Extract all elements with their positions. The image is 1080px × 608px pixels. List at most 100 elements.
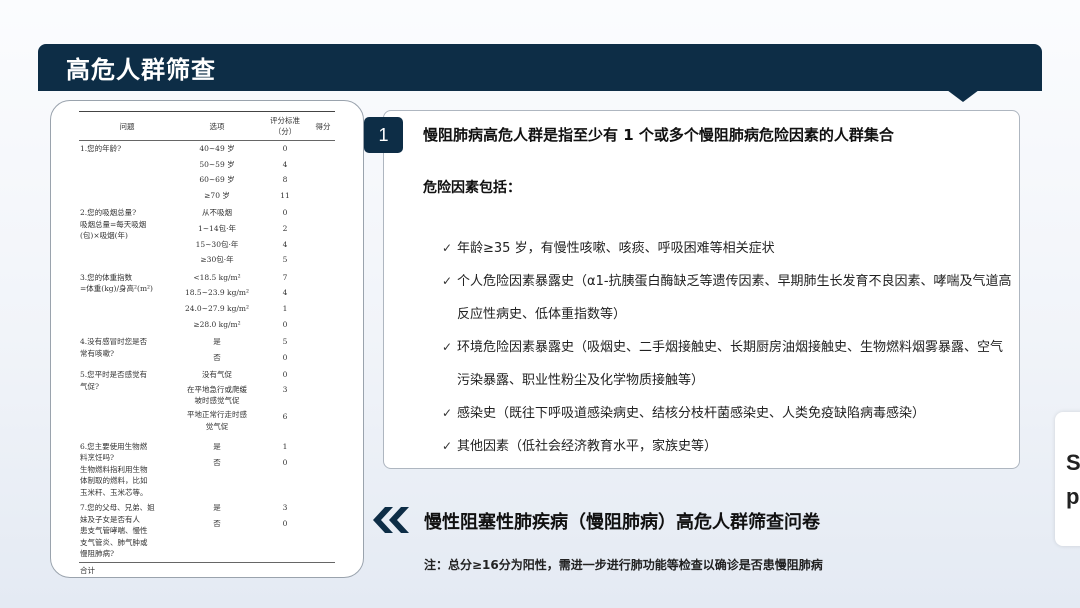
score-value: 0	[282, 144, 288, 153]
option-label: 否	[213, 352, 221, 362]
option-label: 15~30包·年	[195, 239, 239, 249]
score-value: 0	[282, 352, 288, 362]
option-label: 平地正常行走时感 觉气促	[187, 410, 247, 431]
option-label: ≥30包·年	[200, 255, 234, 265]
header-score: 得分	[311, 111, 335, 141]
header-question: 问题	[79, 111, 175, 141]
score-value: 2	[282, 223, 288, 233]
option-label: ≥28.0 kg/m²	[193, 319, 241, 329]
question-cell: 1.您的年龄?	[80, 144, 122, 153]
score-value: 11	[280, 190, 290, 200]
header-score-standard: 评分标准 （分）	[259, 111, 311, 141]
risk-factor-item: ✓ 环境危险因素暴露史（吸烟史、二手烟接触史、长期厨房油烟接触史、生物燃料烟雾暴露…	[442, 331, 1012, 397]
option-label: 是	[213, 441, 221, 451]
table-total-row: 合计	[79, 561, 335, 577]
option-label: 50~59 岁	[199, 159, 235, 169]
scores-cell: 0 4 8 11	[259, 141, 311, 206]
risk-factor-text: 环境危险因素暴露史（吸烟史、二手烟接触史、长期厨房油烟接触史、生物燃料烟雾暴露、…	[457, 340, 1004, 388]
option-label: 在平地急行或爬缓 坡时感觉气促	[187, 384, 247, 406]
score-value: 0	[282, 457, 288, 467]
score-value: 1	[282, 441, 288, 451]
score-value: 4	[282, 288, 288, 298]
table-row: 7.您的父母、兄弟、姐 妹及子女是否有人 患支气管哮喘、慢性 支气管炎、肺气肿或…	[79, 500, 335, 562]
high-risk-definition: 慢阻肺病高危人群是指至少有 1 个或多个慢阻肺病危险因素的人群集合	[423, 126, 894, 144]
score-value: 5	[282, 337, 288, 347]
risk-factor-text: 个人危险因素暴露史（α1-抗胰蛋白酶缺乏等遗传因素、早期肺生长发育不良因素、哮喘…	[457, 274, 1012, 322]
option-label: 否	[213, 457, 221, 467]
risk-factor-list: ✓ 年龄≥35 岁，有慢性咳嗽、咳痰、呼吸困难等相关症状 ✓ 个人危险因素暴露史（α1…	[442, 236, 1012, 463]
score-blank-cell	[311, 439, 335, 501]
scores-cell: 7 4 1 0	[259, 270, 311, 334]
option-label: 1~14包·年	[198, 223, 236, 233]
question-cell: 3.您的体重指数 =体重(kg)/身高²(m²)	[80, 272, 153, 294]
score-value: 7	[282, 272, 288, 282]
table-header-row: 问题 选项 评分标准 （分） 得分	[79, 111, 335, 141]
double-chevron-left-icon	[373, 507, 409, 533]
options-cell: 是否	[175, 500, 259, 562]
header-option: 选项	[175, 111, 259, 141]
scores-cell: 0 2 4 5	[259, 205, 311, 269]
score-blank-cell	[311, 205, 335, 269]
question-cell: 6.您主要使用生物燃 料烹饪吗? 生物燃料指利用生物 体制取的燃料，比如 玉米秆…	[80, 441, 148, 497]
total-label: 合计	[79, 561, 335, 577]
score-value: 4	[282, 159, 288, 169]
table-row: 2.您的吸烟总量? 吸烟总量=每天吸烟 (包)×吸烟(年) 从不吸烟 1~14包·年…	[79, 205, 335, 269]
check-icon: ✓	[442, 340, 453, 354]
option-label: 24.0~27.9 kg/m²	[184, 303, 250, 313]
score-value: 0	[282, 519, 288, 528]
score-blank-cell	[311, 141, 335, 206]
options-cell: 40~49 岁 50~59 岁 60~69 岁 ≥70 岁	[175, 141, 259, 206]
table-row: 5.您平时是否感觉有 气促? 没有气促 在平地急行或爬缓 坡时感觉气促 平地正常行走时…	[79, 367, 335, 439]
check-icon: ✓	[442, 406, 453, 420]
check-icon: ✓	[442, 439, 453, 453]
score-value: 1	[282, 303, 288, 313]
options-cell: 没有气促在平地急行或爬缓 坡时感觉气促 平地正常行走时感 觉气促	[175, 367, 259, 439]
slide-title: 高危人群筛查	[66, 56, 216, 84]
option-label: 是	[213, 337, 221, 347]
options-cell: 是否	[175, 439, 259, 501]
slide-title-bar: 高危人群筛查	[38, 44, 1042, 91]
score-value: 4	[282, 239, 288, 249]
score-value: 0	[282, 370, 288, 380]
table-body: 1.您的年龄? 40~49 岁 50~59 岁 60~69 岁 ≥70 岁 0 4 8 11 2.…	[79, 141, 335, 563]
risk-factor-text: 其他因素（低社会经济教育水平，家族史等）	[457, 439, 718, 454]
score-blank-cell	[311, 367, 335, 439]
scores-cell: 0 3 6	[259, 367, 311, 439]
risk-factor-item: ✓ 感染史（既往下呼吸道感染病史、结核分枝杆菌感染史、人类免疫缺陷病毒感染）	[442, 397, 1012, 430]
side-panel-card[interactable]: S p	[1055, 412, 1080, 546]
score-value: 0	[282, 208, 288, 218]
option-label: 从不吸烟	[202, 208, 232, 218]
score-value: 0	[282, 319, 288, 329]
option-label: 没有气促	[202, 370, 232, 380]
question-cell: 7.您的父母、兄弟、姐 妹及子女是否有人 患支气管哮喘、慢性 支气管炎、肺气肿或…	[80, 503, 155, 559]
question-cell: 2.您的吸烟总量? 吸烟总量=每天吸烟 (包)×吸烟(年)	[80, 208, 147, 241]
option-label: 60~69 岁	[199, 175, 235, 185]
options-cell: 从不吸烟 1~14包·年 15~30包·年 ≥30包·年	[175, 205, 259, 269]
options-cell: <18.5 kg/m² 18.5~23.9 kg/m² 24.0~27.9 kg/m…	[175, 270, 259, 334]
side-panel-text-2: p	[1066, 484, 1080, 509]
risk-factor-item: ✓ 其他因素（低社会经济教育水平，家族史等）	[442, 430, 1012, 463]
option-label: 否	[213, 519, 221, 528]
side-panel-text-1: S	[1066, 450, 1080, 475]
section-number-badge: 1	[364, 117, 403, 153]
option-label: 是	[213, 503, 221, 513]
options-cell: 是否	[175, 334, 259, 367]
score-value: 8	[282, 175, 288, 185]
option-label: 18.5~23.9 kg/m²	[184, 288, 250, 298]
questionnaire-table-card: 问题 选项 评分标准 （分） 得分 1.您的年龄? 40~49 岁 50~59 岁 6…	[50, 100, 364, 578]
score-value: 6	[282, 411, 288, 421]
questionnaire-title: 慢性阻塞性肺疾病（慢阻肺病）高危人群筛查问卷	[424, 512, 820, 533]
question-cell: 4.没有感冒时您是否 常有咳嗽?	[80, 337, 148, 358]
score-blank-cell	[311, 334, 335, 367]
table-row: 4.没有感冒时您是否 常有咳嗽? 是否 5 0	[79, 334, 335, 367]
check-icon: ✓	[442, 241, 453, 255]
scores-cell: 30	[259, 500, 311, 562]
score-blank-cell	[311, 270, 335, 334]
score-value: 3	[282, 384, 288, 394]
risk-factor-text: 感染史（既往下呼吸道感染病史、结核分枝杆菌感染史、人类免疫缺陷病毒感染）	[457, 406, 926, 421]
score-value: 3	[282, 503, 288, 513]
questionnaire-table: 问题 选项 评分标准 （分） 得分 1.您的年龄? 40~49 岁 50~59 岁 6…	[79, 111, 335, 577]
scoring-note: 注：总分≥16分为阳性，需进一步进行肺功能等检查以确诊是否患慢阻肺病	[424, 558, 823, 572]
table-row: 1.您的年龄? 40~49 岁 50~59 岁 60~69 岁 ≥70 岁 0 4 8 11	[79, 141, 335, 206]
option-label: <18.5 kg/m²	[193, 272, 241, 282]
